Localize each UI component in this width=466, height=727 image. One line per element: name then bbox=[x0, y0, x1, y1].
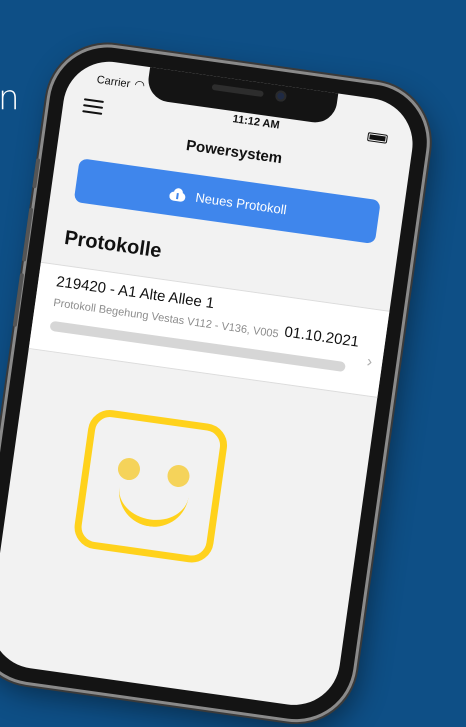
smiley-right-eye bbox=[166, 463, 191, 489]
protocol-date: 01.10.2021 bbox=[283, 323, 361, 351]
smiley-face-icon bbox=[71, 407, 230, 566]
new-protocol-label: Neues Protokoll bbox=[194, 189, 288, 217]
status-time: 11:12 AM bbox=[231, 113, 281, 132]
chevron-right-icon: › bbox=[365, 353, 374, 371]
section-title: Protokolle bbox=[62, 226, 163, 263]
carrier-label: Carrier bbox=[96, 73, 131, 91]
background-text: n bbox=[0, 78, 20, 118]
smiley-left-eye bbox=[116, 456, 142, 482]
cloud-upload-icon bbox=[167, 186, 189, 203]
wifi-icon: ◠ bbox=[133, 77, 146, 93]
menu-icon[interactable] bbox=[82, 98, 104, 115]
phone-mockup: Carrier ◠ 11:12 AM Powersystem Neues Pro… bbox=[0, 40, 435, 727]
protocol-row[interactable]: 219420 - A1 Alte Allee 1 01.10.2021 Prot… bbox=[28, 261, 390, 398]
protocol-progress-fill bbox=[49, 320, 51, 331]
smiley-mouth bbox=[114, 480, 190, 532]
battery-icon bbox=[366, 132, 389, 144]
